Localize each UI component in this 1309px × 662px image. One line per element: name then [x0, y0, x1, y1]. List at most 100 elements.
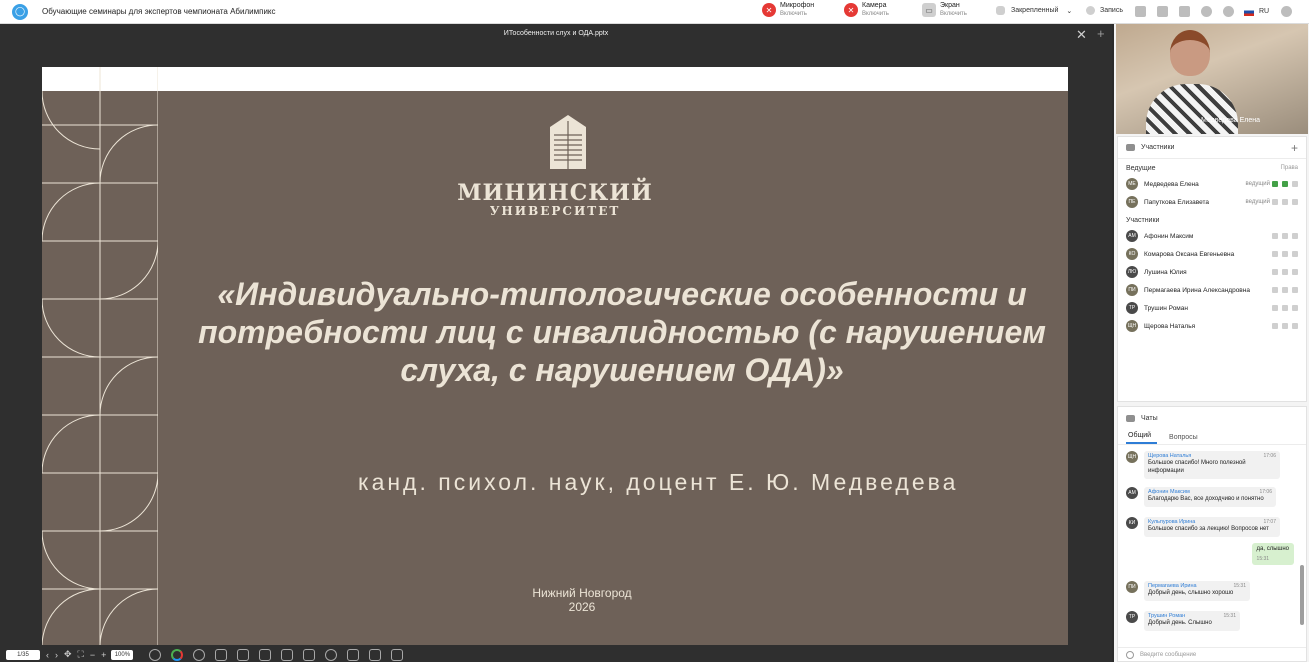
slide-year: 2026: [568, 600, 596, 614]
camera-off-icon[interactable]: [1282, 269, 1288, 275]
add-participant-icon[interactable]: +: [1291, 141, 1298, 155]
exit-icon[interactable]: [1281, 6, 1293, 17]
trash-icon[interactable]: [369, 648, 382, 661]
fullscreen-icon[interactable]: ⛶: [78, 649, 84, 660]
next-page-icon[interactable]: ›: [55, 650, 58, 660]
mic-off-icon[interactable]: [1272, 251, 1278, 257]
participant-row[interactable]: ТР Трушин Роман: [1118, 299, 1306, 317]
camera-on-icon[interactable]: [1282, 181, 1288, 187]
info-icon[interactable]: [1201, 6, 1212, 17]
zoom-out-icon[interactable]: −: [90, 650, 95, 660]
marker-icon[interactable]: [259, 648, 272, 661]
mic-off-icon[interactable]: [1272, 199, 1278, 205]
hosts-label: Ведущие: [1126, 165, 1156, 172]
screen-icon[interactable]: [1292, 323, 1298, 329]
camera-off-icon[interactable]: [1282, 233, 1288, 239]
close-icon[interactable]: ✕: [1076, 27, 1087, 43]
participant-row[interactable]: ЩН Щерова Наталья: [1118, 317, 1306, 335]
camera-off-icon[interactable]: [1282, 199, 1288, 205]
color-picker-icon[interactable]: [171, 648, 184, 661]
record-button[interactable]: Запись: [1086, 6, 1123, 15]
avatar: ПЕ: [1126, 196, 1138, 208]
participant-row[interactable]: ПИ Пермагаева Ирина Александровна: [1118, 281, 1306, 299]
hosts-section: Ведущие Права: [1118, 159, 1306, 175]
chat-input[interactable]: Введите сообщение: [1118, 647, 1306, 661]
camera-button[interactable]: ✕ Камера Включить: [844, 2, 889, 18]
participant-row[interactable]: ЛЮ Лушина Юлия: [1118, 263, 1306, 281]
screen-icon[interactable]: [1292, 305, 1298, 311]
avatar: АМ: [1126, 487, 1138, 499]
zoom-level[interactable]: 100%: [111, 649, 134, 660]
line-icon[interactable]: [281, 648, 294, 661]
mic-off-icon[interactable]: [1272, 233, 1278, 239]
slide-headline: «Индивидуально-типологические особенност…: [198, 276, 1046, 388]
move-icon[interactable]: [215, 648, 228, 661]
settings-icon[interactable]: [1223, 6, 1234, 17]
slide: МИНИНСКИЙ УНИВЕРСИТЕТ «Индивидуально-тип…: [42, 67, 1068, 645]
screen-icon[interactable]: [1292, 287, 1298, 293]
chat-messages: ЩН Щерова Наталья 17:06 Большое спасибо!…: [1118, 445, 1306, 645]
mic-off-icon[interactable]: [1272, 269, 1278, 275]
message-bubble: Афонин Максим 17:06 Благодарю Вас, все д…: [1144, 487, 1276, 507]
text-tool-icon[interactable]: [391, 648, 404, 661]
emoji-icon[interactable]: [1126, 650, 1134, 659]
add-icon[interactable]: +: [1097, 26, 1105, 41]
camera-off-icon[interactable]: [1282, 287, 1288, 293]
folder-icon[interactable]: [1157, 6, 1168, 17]
chat-scrollbar[interactable]: [1300, 565, 1304, 625]
avatar: КО: [1126, 248, 1138, 260]
laser-pointer-icon[interactable]: [193, 648, 206, 661]
mic-button[interactable]: ✕ Микрофон Включить: [762, 2, 814, 18]
eraser-icon[interactable]: [347, 648, 360, 661]
speaker-video[interactable]: Медведева Елена: [1116, 24, 1308, 134]
tab-general[interactable]: Общий: [1126, 432, 1158, 444]
users-icon: [1126, 144, 1135, 151]
screen-share-button[interactable]: ▭ Экран Включить: [922, 2, 967, 18]
message-bubble: Кульпурова Ирина 17:07 Большое спасибо з…: [1144, 517, 1280, 537]
participant-row[interactable]: МЕ Медведева Елена ведущий: [1118, 175, 1306, 193]
mic-off-icon[interactable]: [1272, 323, 1278, 329]
mic-off-icon[interactable]: [1272, 287, 1278, 293]
side-panel: Медведева Елена Участники + Ведущие Прав…: [1114, 24, 1309, 662]
page-indicator[interactable]: 1/35: [6, 649, 40, 660]
participants-panel: Участники + Ведущие Права МЕ Медведева Е…: [1117, 136, 1307, 402]
presentation-toolbar: 1/35 ‹ › ✥ ⛶ − + 100%: [0, 647, 1112, 662]
tab-questions[interactable]: Вопросы: [1167, 434, 1204, 444]
mic-off-icon[interactable]: [1272, 305, 1278, 311]
screen-icon[interactable]: [1292, 251, 1298, 257]
screen-icon[interactable]: [1292, 181, 1298, 187]
participants-label: Участники: [1126, 217, 1160, 224]
record-label: Запись: [1100, 7, 1123, 14]
screen-icon[interactable]: [1292, 233, 1298, 239]
presentation-area: ИТособенности слух и ОДА.pptx ✕ + МИНИНС…: [0, 24, 1112, 662]
mic-label: Микрофон: [780, 2, 815, 9]
mic-on-icon[interactable]: [1272, 181, 1278, 187]
screen-icon[interactable]: [1292, 269, 1298, 275]
camera-off-icon[interactable]: [1282, 305, 1288, 311]
slide-city: Нижний Новгород: [532, 586, 632, 600]
notes-icon[interactable]: [1135, 6, 1146, 17]
fit-icon[interactable]: ✥: [64, 649, 72, 660]
participant-name: Комарова Оксана Евгеньевна: [1144, 250, 1235, 258]
ellipse-icon[interactable]: [325, 648, 338, 661]
layout-dropdown[interactable]: Закрепленный ⌄: [996, 6, 1072, 15]
camera-off-icon[interactable]: [1282, 251, 1288, 257]
screen-icon: ▭: [922, 3, 936, 17]
zoom-in-icon[interactable]: +: [101, 650, 106, 660]
my-message-time: 15:31: [1256, 556, 1270, 562]
camera-off-icon[interactable]: [1282, 323, 1288, 329]
pen-icon[interactable]: [237, 648, 250, 661]
participant-row[interactable]: АМ Афонин Максим: [1118, 227, 1306, 245]
prev-page-icon[interactable]: ‹: [46, 650, 49, 660]
participant-name: Трушин Роман: [1144, 304, 1188, 312]
language-selector[interactable]: RU: [1259, 8, 1269, 15]
chat-tabs: Общий Вопросы: [1118, 429, 1306, 445]
screen-icon[interactable]: [1292, 199, 1298, 205]
chat-panel: Чаты Общий Вопросы ЩН Щерова Наталья 17:…: [1117, 406, 1307, 662]
users-icon[interactable]: [1179, 6, 1190, 17]
settings-icon[interactable]: [149, 648, 162, 661]
participant-row[interactable]: ПЕ Папуткова Елизавета ведущий: [1118, 193, 1306, 211]
rectangle-icon[interactable]: [303, 648, 316, 661]
app-logo-icon: ◯: [12, 3, 28, 20]
participant-row[interactable]: КО Комарова Оксана Евгеньевна: [1118, 245, 1306, 263]
